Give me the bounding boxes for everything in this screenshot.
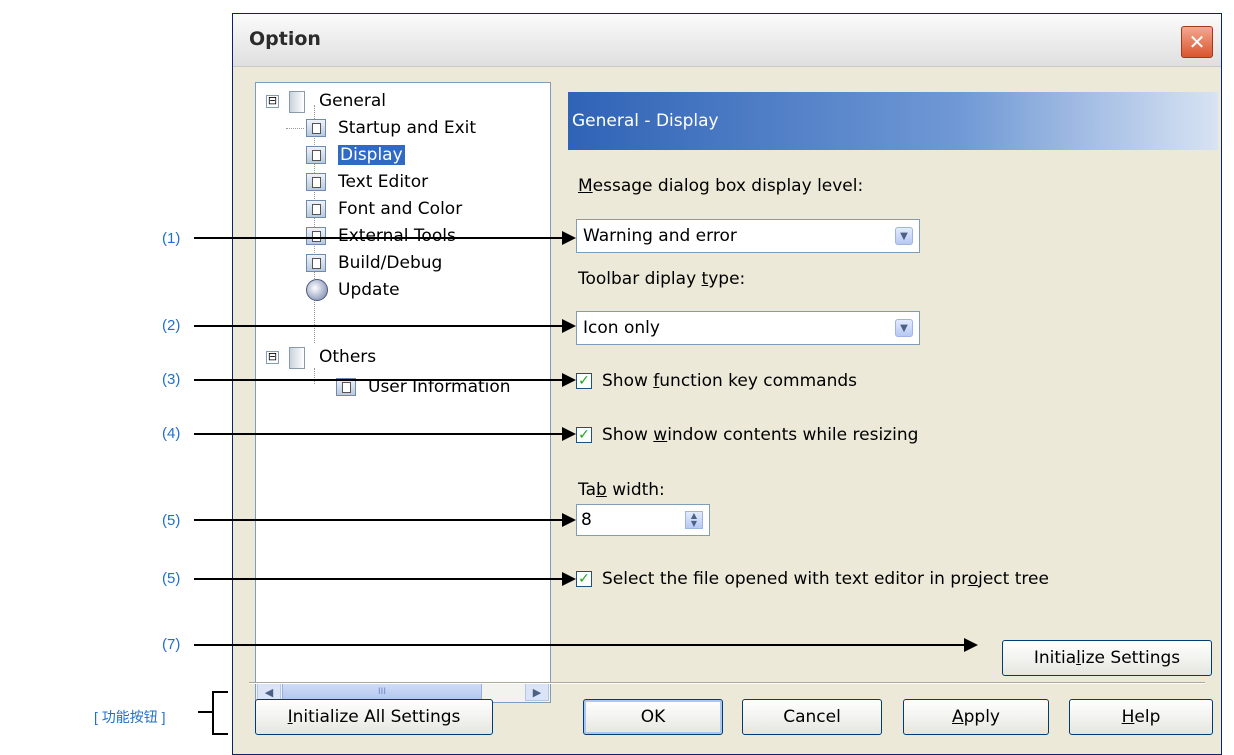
tree-item-label: Build/Debug [338, 253, 443, 273]
apply-button[interactable]: Apply [903, 699, 1049, 735]
spin-arrows-icon[interactable]: ▲ ▼ [685, 511, 703, 529]
category-tree[interactable]: ⊟ General Startup and Exit Display Text … [255, 82, 551, 703]
page-icon [306, 254, 326, 272]
tree-item-label: Font and Color [338, 199, 463, 219]
window-title: Option [249, 28, 321, 50]
annotation-arrow-2 [194, 325, 564, 327]
annotation-label-3: (3) [162, 371, 181, 388]
folder-icon [287, 346, 309, 369]
annotation-label-5a: (5) [162, 512, 181, 529]
arrow-head-icon [562, 427, 576, 441]
chevron-down-icon[interactable]: ▼ [895, 227, 913, 245]
tree-item-label: Display [338, 145, 405, 165]
section-header: General - Display [568, 92, 1218, 150]
initialize-settings-button[interactable]: Initia l ize Settings [1002, 640, 1212, 676]
arrow-head-icon [964, 638, 978, 652]
arrow-head-icon [562, 572, 576, 586]
tree-item-build-debug[interactable]: Build/Debug [306, 251, 442, 275]
annotation-label-7: (7) [162, 636, 181, 653]
tree-item-display[interactable]: Display [306, 143, 405, 167]
page-icon [306, 227, 326, 245]
annotation-label-2: (2) [162, 317, 181, 334]
page-icon [306, 146, 326, 164]
initialize-all-settings-button[interactable]: Initialize All Settings [255, 699, 493, 735]
tree-item-font-and-color[interactable]: Font and Color [306, 197, 462, 221]
tree-item-text-editor[interactable]: Text Editor [306, 170, 428, 194]
checkbox-label: Select the file opened with text editor … [602, 569, 1049, 589]
tree-item-label: General [319, 91, 386, 111]
annotation-label-5b: (5) [162, 570, 181, 587]
message-level-dropdown[interactable]: Warning and error ▼ [576, 219, 920, 253]
annotation-label-4: (4) [162, 425, 181, 442]
tree-item-label: Text Editor [338, 172, 429, 192]
annotation-arrow-5b [194, 578, 564, 580]
footer-bracket [212, 691, 228, 735]
scroll-right-button[interactable]: ▶ [525, 683, 549, 701]
tree-item-label: Startup and Exit [338, 118, 477, 138]
help-button[interactable]: Help [1069, 699, 1213, 735]
title-bar[interactable]: Option ✕ [233, 14, 1221, 67]
settings-panel: General - Display Message dialog box dis… [568, 82, 1218, 707]
tree-item-general[interactable]: ⊟ General [266, 89, 386, 113]
tree-item-update[interactable]: Update [306, 278, 400, 302]
tab-width-label: Tab width: [578, 480, 665, 500]
checkbox-label: Show window contents while resizing [602, 425, 919, 445]
checkmark-icon[interactable]: ✓ [576, 571, 592, 587]
show-window-contents-checkbox[interactable]: ✓ Show window contents while resizing [576, 423, 918, 447]
arrow-head-icon [562, 319, 576, 333]
chevron-left-icon: ◀ [264, 685, 274, 699]
folder-icon [287, 90, 309, 113]
tree-connector [286, 128, 304, 129]
select-file-in-tree-checkbox[interactable]: ✓ Select the file opened with text edito… [576, 567, 1049, 591]
arrow-head-icon [562, 373, 576, 387]
page-icon [306, 173, 326, 191]
footer-separator [249, 682, 1205, 684]
tree-item-startup-and-exit[interactable]: Startup and Exit [286, 116, 477, 140]
checkmark-icon[interactable]: ✓ [576, 427, 592, 443]
tree-item-label: Others [319, 347, 377, 367]
close-button[interactable]: ✕ [1181, 26, 1213, 58]
cancel-button[interactable]: Cancel [742, 699, 882, 735]
page-icon [306, 200, 326, 218]
tree-item-external-tools[interactable]: External Tools [306, 224, 456, 248]
chevron-right-icon: ▶ [532, 685, 542, 699]
annotation-arrow-4 [194, 433, 564, 435]
tree-item-label: External Tools [338, 226, 456, 246]
collapse-icon[interactable]: ⊟ [266, 94, 279, 108]
tab-width-spinner[interactable]: 8 ▲ ▼ [576, 504, 710, 536]
spinner-value: 8 [581, 510, 592, 530]
footer-bracket-tick [198, 711, 212, 713]
toolbar-type-label: Toolbar diplay type: [578, 269, 746, 289]
annotation-arrow-3 [194, 379, 564, 381]
page-icon [306, 119, 326, 137]
dropdown-value: Icon only [583, 318, 660, 338]
arrow-head-icon [562, 231, 576, 245]
collapse-icon[interactable]: ⊟ [266, 350, 279, 364]
dropdown-value: Warning and error [583, 226, 737, 246]
message-level-label: Message dialog box display level: [578, 176, 864, 196]
arrow-head-icon [562, 513, 576, 527]
annotation-arrow-5a [194, 519, 564, 521]
close-icon: ✕ [1188, 30, 1206, 54]
chevron-down-icon[interactable]: ▼ [895, 319, 913, 337]
tree-item-label: Update [338, 280, 400, 300]
footer-buttons-annotation: [ 功能按钮 ] [94, 709, 166, 725]
annotation-arrow-1 [194, 237, 564, 239]
tree-connector [314, 368, 315, 384]
annotation-label-1: (1) [162, 230, 181, 247]
tree-item-others[interactable]: ⊟ Others [266, 345, 376, 369]
checkmark-icon[interactable]: ✓ [576, 373, 592, 389]
toolbar-type-dropdown[interactable]: Icon only ▼ [576, 311, 920, 345]
ok-button[interactable]: OK [583, 699, 723, 735]
update-icon [306, 279, 328, 301]
annotation-arrow-7 [194, 644, 966, 646]
show-function-keys-checkbox[interactable]: ✓ Show function key commands [576, 369, 857, 393]
checkbox-label: Show function key commands [602, 371, 858, 391]
